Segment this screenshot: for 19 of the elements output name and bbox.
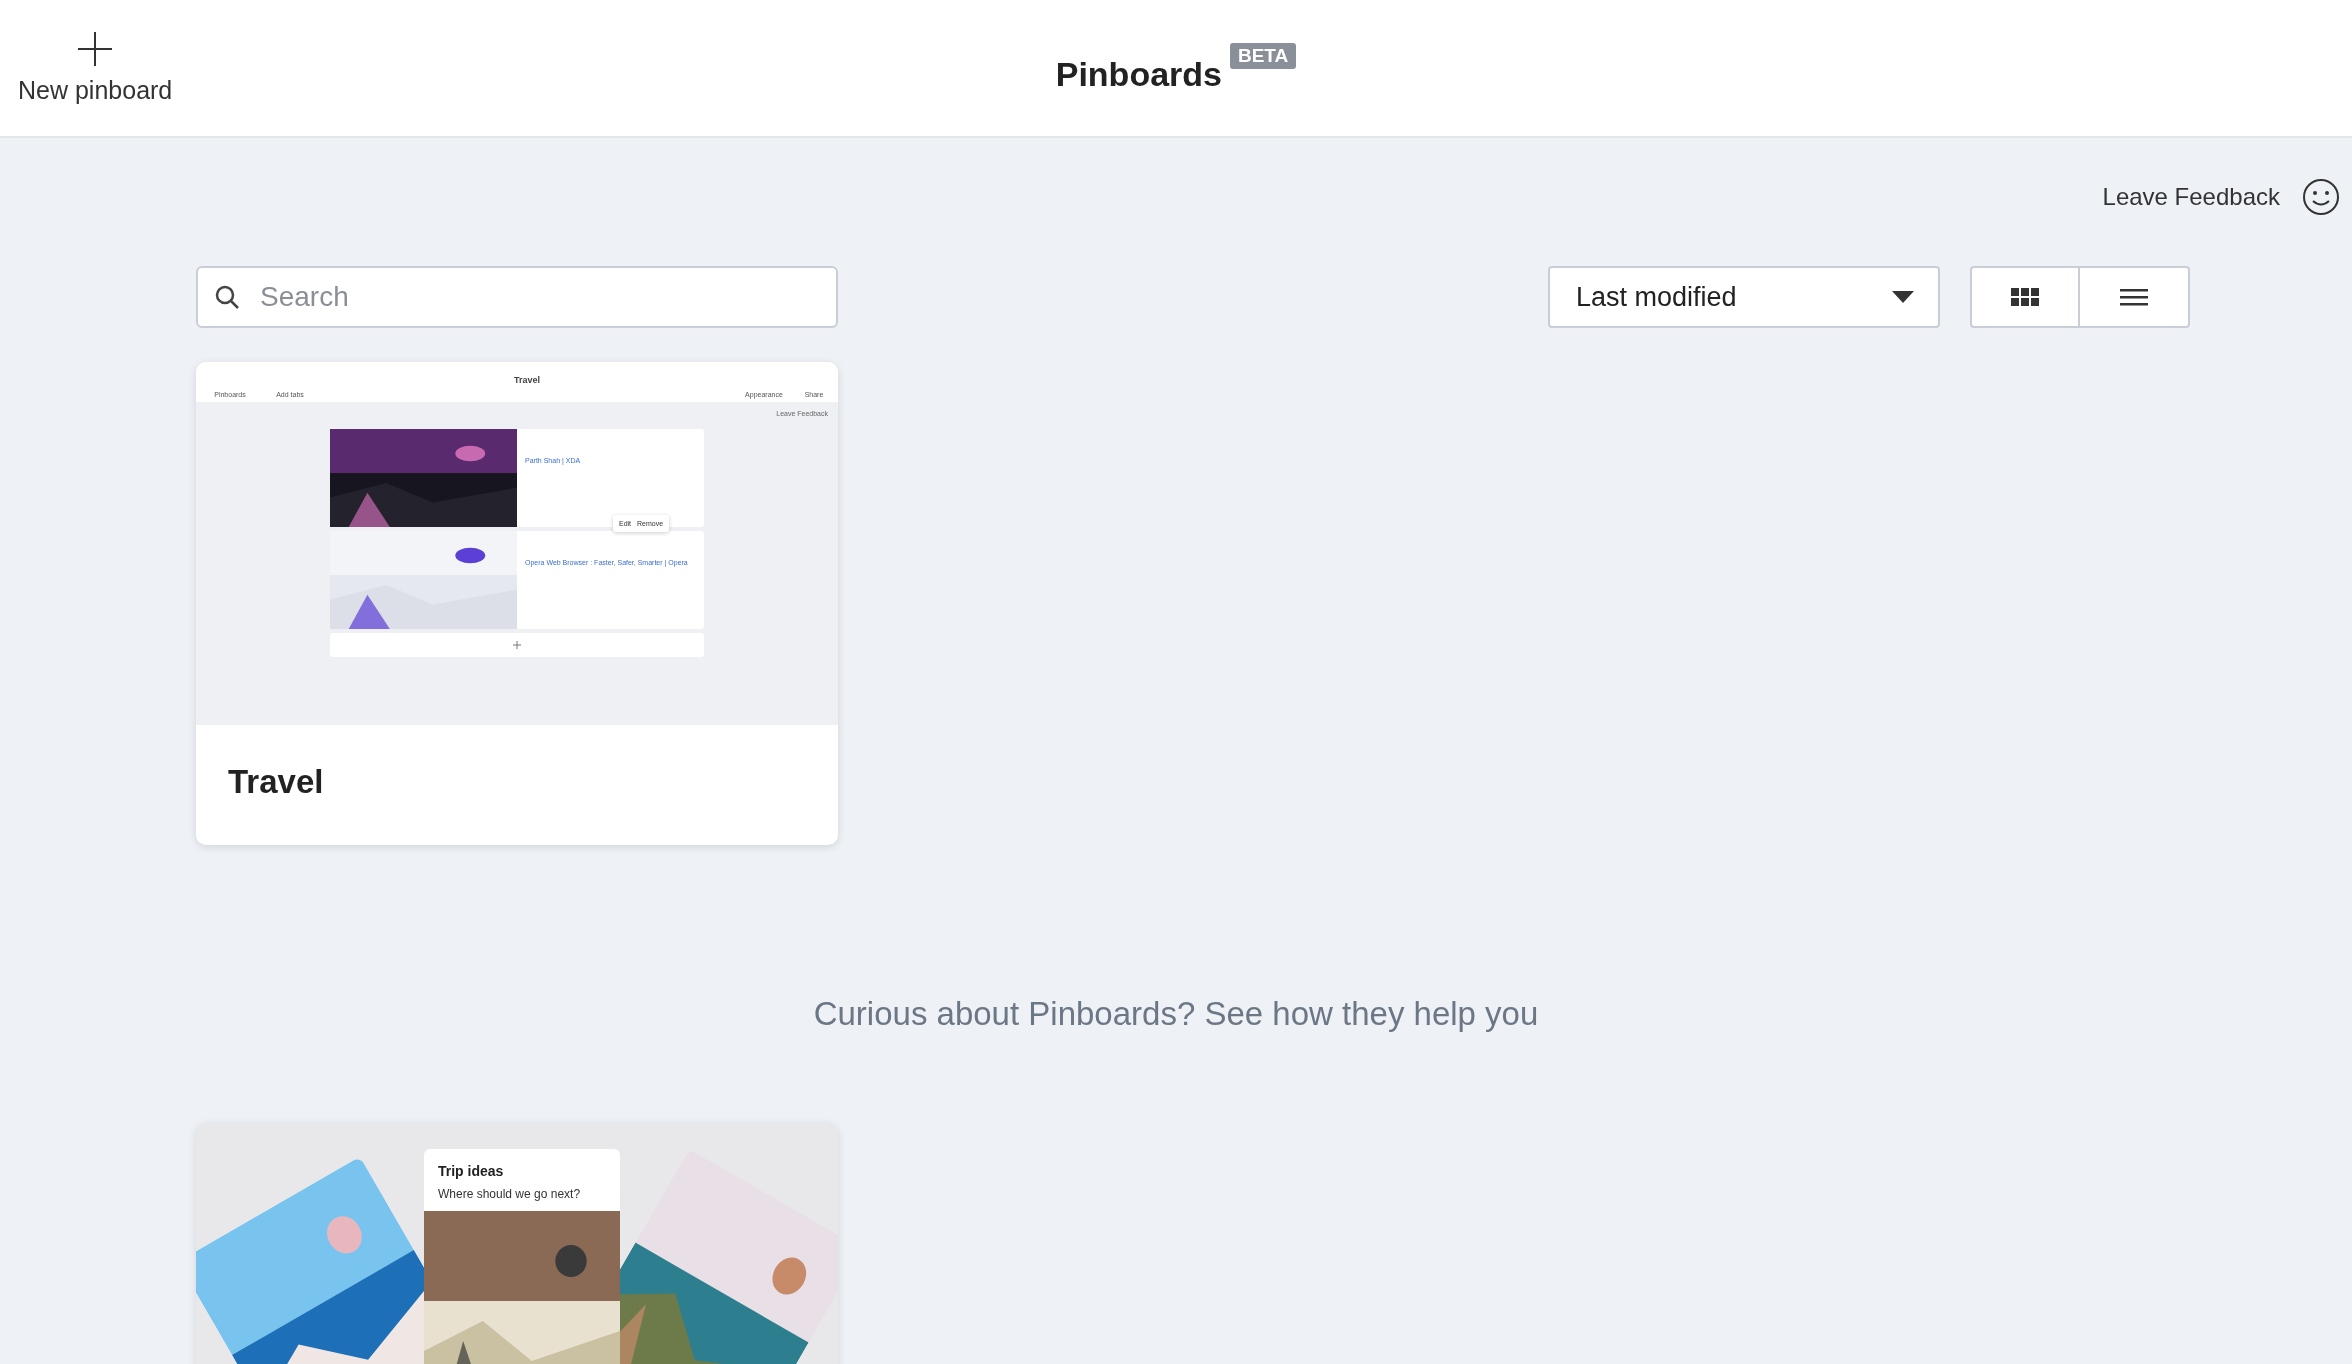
plus-icon [78, 31, 113, 66]
caret-icon [1892, 291, 1914, 303]
list-icon [2120, 288, 2148, 306]
search-icon [214, 284, 240, 310]
grid-icon [2011, 288, 2039, 306]
beta-badge: BETA [1229, 42, 1297, 69]
page-title: Pinboards [1055, 54, 1222, 94]
smiley-icon[interactable] [2302, 178, 2340, 216]
plus-icon [513, 641, 521, 649]
pinboard-title: Travel [227, 762, 325, 802]
promo-heading: Curious about Pinboards? See how they help you [812, 995, 1540, 1033]
search-field[interactable]: Search [196, 266, 838, 328]
new-pinboard-button[interactable]: New pinboard [18, 31, 173, 105]
grid-view-button[interactable] [1970, 266, 2080, 328]
sort-dropdown[interactable]: Last modified [1548, 266, 1940, 328]
leave-feedback-link[interactable]: Leave Feedback [2102, 183, 2280, 211]
preview-title: Travel [513, 375, 541, 385]
list-view-button[interactable] [2080, 266, 2190, 328]
card-subtitle: Where should we go next? [437, 1186, 582, 1203]
